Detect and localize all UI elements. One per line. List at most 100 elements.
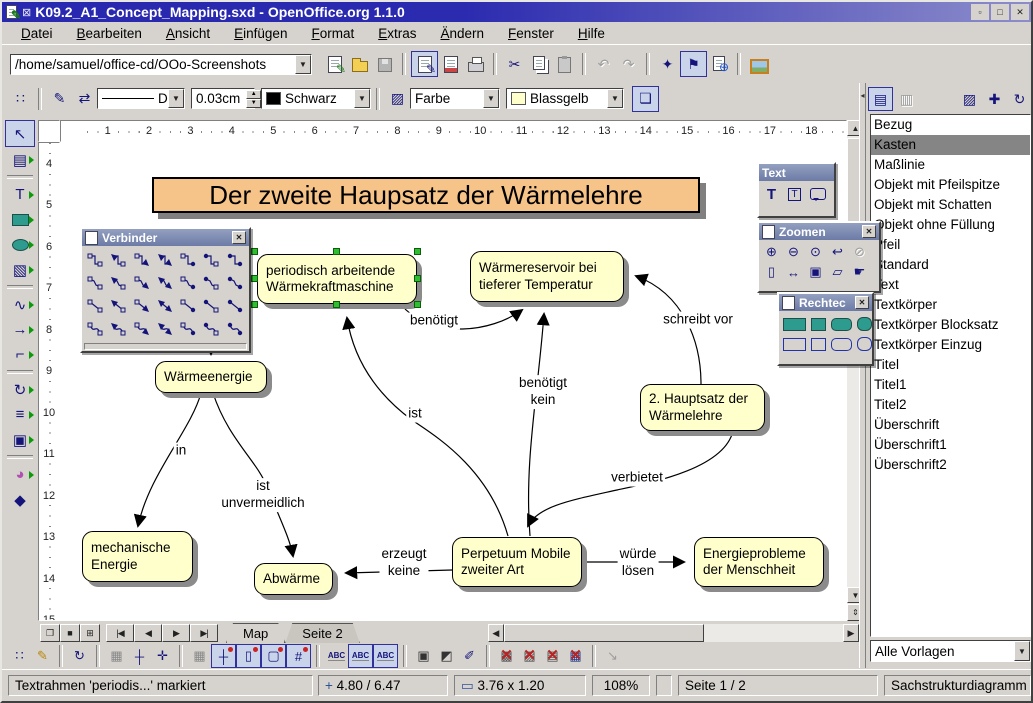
zoom-100-icon[interactable]: ⊙	[805, 242, 826, 262]
text-tool[interactable]: T	[6, 182, 34, 207]
node-waermereservoir[interactable]: Wärmereservoir bei tieferer Temperatur	[470, 251, 624, 302]
zoom-optimal-icon[interactable]: ▣	[805, 262, 826, 282]
rotation-mode-icon[interactable]: ↻	[68, 645, 91, 667]
straight-connector-arrows[interactable]	[154, 294, 176, 317]
curved-connector-arrow-start[interactable]	[107, 317, 129, 340]
fill-placeholder-icon[interactable]: ▦	[564, 645, 587, 667]
selection-handle[interactable]	[414, 301, 421, 308]
lines-arrows-tool[interactable]: →	[6, 317, 34, 342]
edge-label-benoetigt-kein[interactable]: benötigt kein	[517, 375, 569, 409]
select-text-area-icon[interactable]: ABC	[348, 644, 373, 668]
bent-connector-arrow-start[interactable]	[107, 271, 129, 294]
hscroll-left-icon[interactable]: ◀	[488, 624, 504, 642]
angled-connector-arrow-start[interactable]	[107, 248, 129, 271]
snap-to-object-border-icon[interactable]: ▢	[261, 644, 286, 668]
angled-connector-dot-start[interactable]	[200, 248, 222, 271]
snap-to-object-points-icon[interactable]: #	[286, 644, 311, 668]
modify-object-handles-icon[interactable]: ◩	[435, 645, 458, 667]
view-mode-layer-button[interactable]: ⊞	[80, 624, 100, 642]
zoom-previous-icon[interactable]: ↩	[827, 242, 848, 262]
bent-connector-arrow-end[interactable]	[131, 271, 153, 294]
style-item[interactable]: Objekt mit Pfeilspitze	[871, 175, 1030, 195]
line-color-dropdown-icon[interactable]: ▼	[354, 89, 370, 108]
edit-points-button[interactable]: ∷	[8, 87, 33, 111]
menu-ansicht[interactable]: Ansicht	[155, 24, 221, 43]
text-frame-tool-icon[interactable]: T	[784, 184, 805, 204]
style-item[interactable]: Pfeil	[871, 235, 1030, 255]
selection-handle[interactable]	[333, 248, 340, 255]
grid-options-icon[interactable]: ▦	[188, 645, 211, 667]
bent-connector-arrows[interactable]	[154, 271, 176, 294]
maximize-button[interactable]: □	[991, 4, 1009, 20]
style-item[interactable]: Objekt ohne Füllung	[871, 215, 1030, 235]
straight-connector-arrow-start[interactable]	[107, 294, 129, 317]
first-page-button[interactable]: |◀	[106, 624, 134, 642]
angled-connector-dots[interactable]	[224, 248, 246, 271]
node-perpetuum-mobile[interactable]: Perpetuum Mobile zweiter Art	[452, 537, 582, 587]
status-size[interactable]: ▭ 3.76 x 1.20	[454, 675, 586, 696]
node-hauptsatz[interactable]: 2. Hauptsatz der Wärmelehre	[640, 384, 765, 431]
splitter-collapse-icon[interactable]: ◂	[860, 91, 864, 100]
selection-handle[interactable]	[414, 275, 421, 282]
edge-label-schreibt-vor[interactable]: schreibt vor	[661, 312, 735, 329]
copy-button[interactable]	[527, 52, 552, 76]
export-pdf-button[interactable]	[438, 52, 463, 76]
graphics-styles-button[interactable]: ▤	[868, 87, 893, 111]
rounded-square-outline-icon[interactable]	[857, 337, 872, 351]
fill-color-combobox[interactable]: Blassgelb ▼	[506, 88, 624, 109]
drawing-canvas[interactable]: Der zweite Haupsatz der Wärmelehre perio…	[60, 142, 847, 621]
url-dropdown-icon[interactable]: ▼	[295, 55, 311, 74]
map-title[interactable]: Der zweite Haupsatz der Wärmelehre	[152, 177, 700, 213]
zoom-tool[interactable]: ▤	[6, 147, 34, 172]
style-item[interactable]: Objekt mit Schatten	[871, 195, 1030, 215]
horizontal-scrollbar-thumb[interactable]	[504, 624, 704, 642]
menu-extras[interactable]: Extras	[367, 24, 427, 43]
arrange-tool[interactable]: ▣	[6, 427, 34, 452]
view-mode-page-button[interactable]: ❐	[40, 624, 60, 642]
bent-connector-dots[interactable]	[224, 271, 246, 294]
panel-splitter[interactable]: ◂	[859, 83, 866, 668]
bent-connector-dot-start[interactable]	[200, 271, 222, 294]
callout-tool-icon[interactable]	[807, 184, 828, 204]
selection-handle[interactable]	[251, 275, 258, 282]
style-item[interactable]: Text	[871, 275, 1030, 295]
minimize-button[interactable]: ▫	[971, 4, 989, 20]
helplines-while-moving-icon[interactable]: ✛	[151, 645, 174, 667]
title-bar[interactable]: ⊠ K09.2_A1_Concept_Mapping.sxd - OpenOff…	[2, 2, 1031, 22]
straight-connector-dot-start[interactable]	[200, 294, 222, 317]
line-width-value[interactable]: 0.03cm	[196, 91, 240, 106]
edge-ist-unvermeidlich[interactable]	[213, 393, 293, 556]
previous-page-button[interactable]: ◀	[134, 624, 162, 642]
url-combobox[interactable]: /home/samuel/office-cd/OOo-Screenshots ▼	[10, 54, 312, 75]
url-value[interactable]: /home/samuel/office-cd/OOo-Screenshots	[15, 57, 266, 72]
double-click-edit-text-icon[interactable]: ABC	[373, 644, 398, 668]
hscroll-right-icon[interactable]: ▶	[843, 624, 859, 642]
style-item[interactable]: Bezug	[871, 115, 1030, 135]
angled-connector-arrows[interactable]	[154, 248, 176, 271]
curved-connector-dots[interactable]	[224, 317, 246, 340]
next-page-button[interactable]: ▶	[162, 624, 190, 642]
connector-tool[interactable]: ⌐	[6, 342, 34, 367]
line-width-up-icon[interactable]: ▲	[246, 90, 261, 99]
vertical-ruler[interactable]: 456789101112131415	[38, 142, 60, 621]
quick-edit-icon[interactable]: ABC	[325, 645, 348, 667]
node-waermeenergie[interactable]: Wärmeenergie	[155, 361, 267, 393]
node-waermekraftmaschine[interactable]: periodisch arbeitende Wärmekraftmaschine	[257, 254, 417, 304]
rectangle-outline-icon[interactable]	[783, 338, 806, 351]
line-width-down-icon[interactable]: ▼	[246, 99, 261, 108]
close-icon[interactable]: ✕	[232, 231, 246, 244]
edge-ist[interactable]	[347, 318, 508, 536]
zoom-in-icon[interactable]: ⊕	[761, 242, 782, 262]
show-grid-icon[interactable]: ▦	[105, 645, 128, 667]
menu-bearbeiten[interactable]: Bearbeiten	[66, 24, 153, 43]
glue-points-icon[interactable]: ✎	[31, 645, 54, 667]
square-filled-icon[interactable]	[811, 318, 826, 331]
menu-fenster[interactable]: Fenster	[497, 24, 565, 43]
new-document-button[interactable]	[322, 52, 347, 76]
edit-points-mode-icon[interactable]: ∷	[8, 645, 31, 667]
horizontal-ruler[interactable]: 123456789101112131415161718	[60, 120, 847, 142]
edge-label-ist[interactable]: ist	[406, 406, 424, 423]
alignment-tool[interactable]: ≡	[6, 402, 34, 427]
rectangle-filled-icon[interactable]	[783, 318, 806, 331]
rounded-rectangle-filled-icon[interactable]	[831, 318, 852, 331]
